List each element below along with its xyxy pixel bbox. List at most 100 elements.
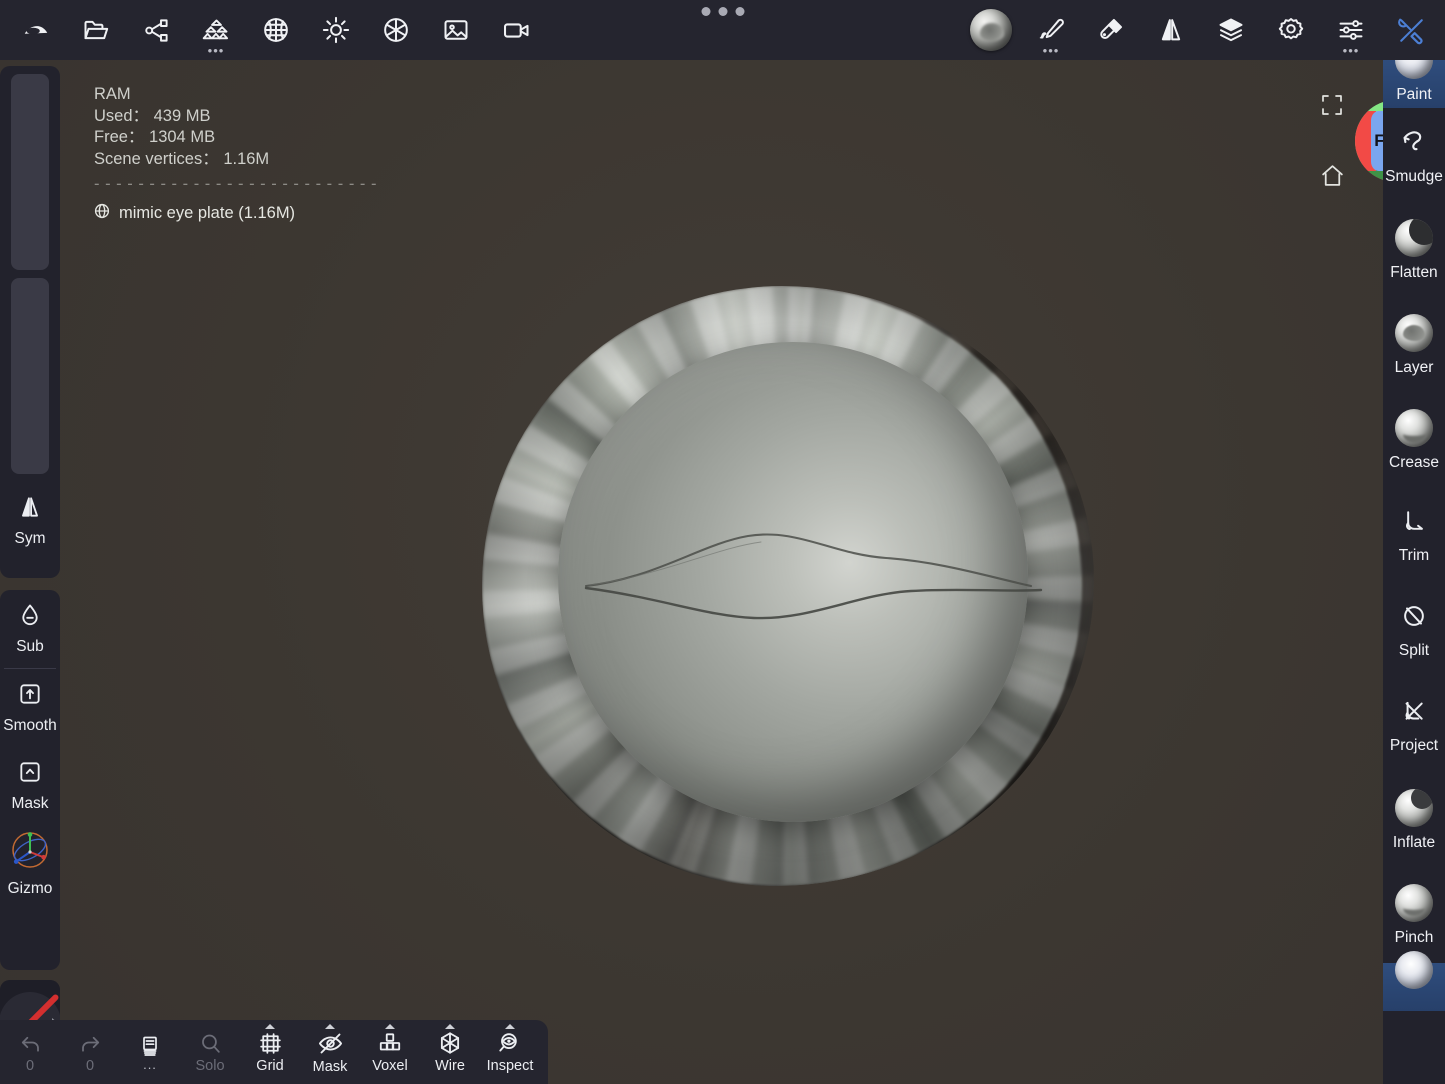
scene-vertices-value: 1.16M <box>223 149 270 168</box>
smudge-icon <box>1399 126 1429 161</box>
brush-item-smudge-label: Smudge <box>1385 167 1443 185</box>
left-sidebar: Sym Sub Smooth Mask Gizmo <box>0 66 60 1084</box>
toolbar-drag-handle[interactable] <box>701 7 744 16</box>
grid-label: Grid <box>256 1057 284 1074</box>
brush-item-project-label: Project <box>1389 736 1439 754</box>
left-sidebar-mid-panel: Sub Smooth Mask Gizmo <box>0 590 60 970</box>
fullscreen-icon[interactable] <box>1315 88 1349 122</box>
brush-item-crease[interactable]: Crease <box>1383 393 1445 488</box>
brush-more-dots[interactable]: ••• <box>1021 44 1081 57</box>
voxel-caret-icon[interactable] <box>385 1024 395 1029</box>
scene-object-row[interactable]: mimic eye plate (1.16M) <box>94 203 377 226</box>
brush-item-trim-label: Trim <box>1398 546 1430 564</box>
sidebar-item-sub-label: Sub <box>16 638 44 655</box>
material-sphere-icon[interactable] <box>961 0 1021 60</box>
brush-radius-slider[interactable] <box>11 74 49 270</box>
voxel-button[interactable]: Voxel <box>360 1020 420 1084</box>
redo-count: 0 <box>85 1057 95 1074</box>
model-crease-line <box>584 533 1043 620</box>
solo-button[interactable]: Solo <box>180 1020 240 1084</box>
brush-item-paint[interactable]: Paint <box>1383 60 1445 108</box>
brush-item-next-partial[interactable] <box>1383 951 1445 1011</box>
brush-item-project[interactable]: Project <box>1383 678 1445 773</box>
mask-label: Mask <box>312 1058 348 1075</box>
sphere-grid-icon <box>94 203 110 226</box>
view-navigation: Front <box>1315 88 1437 192</box>
sidebar-item-mask[interactable]: Mask <box>0 747 60 825</box>
square-up-arrow-icon <box>17 681 43 712</box>
split-icon <box>1400 602 1428 635</box>
sidebar-item-sub[interactable]: Sub <box>0 590 60 668</box>
sidebar-item-sym[interactable]: Sym <box>0 482 60 560</box>
app-logo-icon[interactable] <box>6 0 66 60</box>
video-camera-icon[interactable] <box>486 0 546 60</box>
undo-count: 0 <box>25 1057 35 1074</box>
scene-vertices-label: Scene vertices： <box>94 149 219 168</box>
brush-icon[interactable]: ••• <box>1021 0 1081 60</box>
sidebar-item-smooth[interactable]: Smooth <box>0 669 60 747</box>
gear-icon[interactable] <box>1261 0 1321 60</box>
grid-button[interactable]: Grid <box>240 1020 300 1084</box>
brush-item-trim[interactable]: Trim <box>1383 488 1445 583</box>
model-mimic-eye-plate[interactable] <box>482 286 1094 892</box>
next-brush-icon <box>1395 951 1433 989</box>
inflate-brush-icon <box>1395 789 1433 827</box>
image-icon[interactable] <box>426 0 486 60</box>
mirror-icon[interactable] <box>1141 0 1201 60</box>
sidebar-item-gizmo[interactable]: Gizmo <box>0 825 60 903</box>
brush-intensity-slider[interactable] <box>11 278 49 474</box>
sun-icon[interactable] <box>306 0 366 60</box>
ram-used-label: Used： <box>94 106 150 125</box>
voxel-label: Voxel <box>372 1058 408 1074</box>
scene-info-panel: RAM Used： 439 MB Free： 1304 MB Scene ver… <box>94 84 377 225</box>
share-nodes-icon[interactable] <box>126 0 186 60</box>
ram-free-label: Free： <box>94 128 145 146</box>
sliders-more-dots[interactable]: ••• <box>1321 44 1381 57</box>
scene-vertices-row: Scene vertices： 1.16M <box>94 149 377 171</box>
brush-item-smudge[interactable]: Smudge <box>1383 108 1445 203</box>
grid-caret-icon[interactable] <box>265 1024 275 1029</box>
pinch-brush-icon <box>1395 884 1433 922</box>
scene-info-divider: - - - - - - - - - - - - - - - - - - - - … <box>94 175 377 193</box>
sphere-grid-icon[interactable] <box>246 0 306 60</box>
brush-item-split[interactable]: Split <box>1383 583 1445 678</box>
aperture-icon[interactable] <box>366 0 426 60</box>
wire-button[interactable]: Wire <box>420 1020 480 1084</box>
app-root: 1.78 RAM Used： 439 MB Free： 1304 MB Scen… <box>0 0 1445 1084</box>
wire-label: Wire <box>435 1058 465 1074</box>
brush-item-flatten[interactable]: Flatten <box>1383 203 1445 298</box>
mask-visibility-button[interactable]: Mask <box>300 1020 360 1084</box>
brush-item-split-label: Split <box>1398 641 1430 659</box>
inspect-button[interactable]: Inspect <box>480 1020 540 1084</box>
home-icon[interactable] <box>1315 158 1349 192</box>
top-toolbar-left: ••• <box>0 0 546 60</box>
brush-item-paint-label: Paint <box>1396 86 1432 103</box>
flatten-brush-icon <box>1395 219 1433 257</box>
top-toolbar: ••• ••• ••• <box>0 0 1445 60</box>
stack-more-dots[interactable]: ••• <box>186 44 246 57</box>
tools-icon[interactable] <box>1381 0 1441 60</box>
layers-list-button[interactable]: ... <box>120 1020 180 1084</box>
bottom-toolbar: 0 0 ... Solo Grid Mask Voxel Wire Inspec… <box>0 1020 548 1084</box>
redo-button[interactable]: 0 <box>60 1020 120 1084</box>
layers-list-more-dots[interactable]: ... <box>143 1058 157 1071</box>
brush-item-layer-label: Layer <box>1394 359 1434 376</box>
folder-open-icon[interactable] <box>66 0 126 60</box>
paint-brush-icon <box>1395 60 1433 79</box>
sidebar-item-gizmo-label: Gizmo <box>7 880 53 897</box>
brush-item-layer[interactable]: Layer <box>1383 298 1445 393</box>
mirror-icon <box>17 494 43 525</box>
stamp-brush-icon[interactable] <box>1081 0 1141 60</box>
mask-caret-icon[interactable] <box>325 1024 335 1029</box>
axis-gizmo-icon <box>10 830 50 875</box>
sliders-icon[interactable]: ••• <box>1321 0 1381 60</box>
brush-item-inflate[interactable]: Inflate <box>1383 773 1445 868</box>
square-caret-icon <box>17 759 43 790</box>
stack-icon[interactable]: ••• <box>186 0 246 60</box>
wire-caret-icon[interactable] <box>445 1024 455 1029</box>
brush-item-pinch[interactable]: Pinch <box>1383 868 1445 963</box>
layers-icon[interactable] <box>1201 0 1261 60</box>
inspect-caret-icon[interactable] <box>505 1024 515 1029</box>
undo-button[interactable]: 0 <box>0 1020 60 1084</box>
ram-label: RAM <box>94 85 131 103</box>
